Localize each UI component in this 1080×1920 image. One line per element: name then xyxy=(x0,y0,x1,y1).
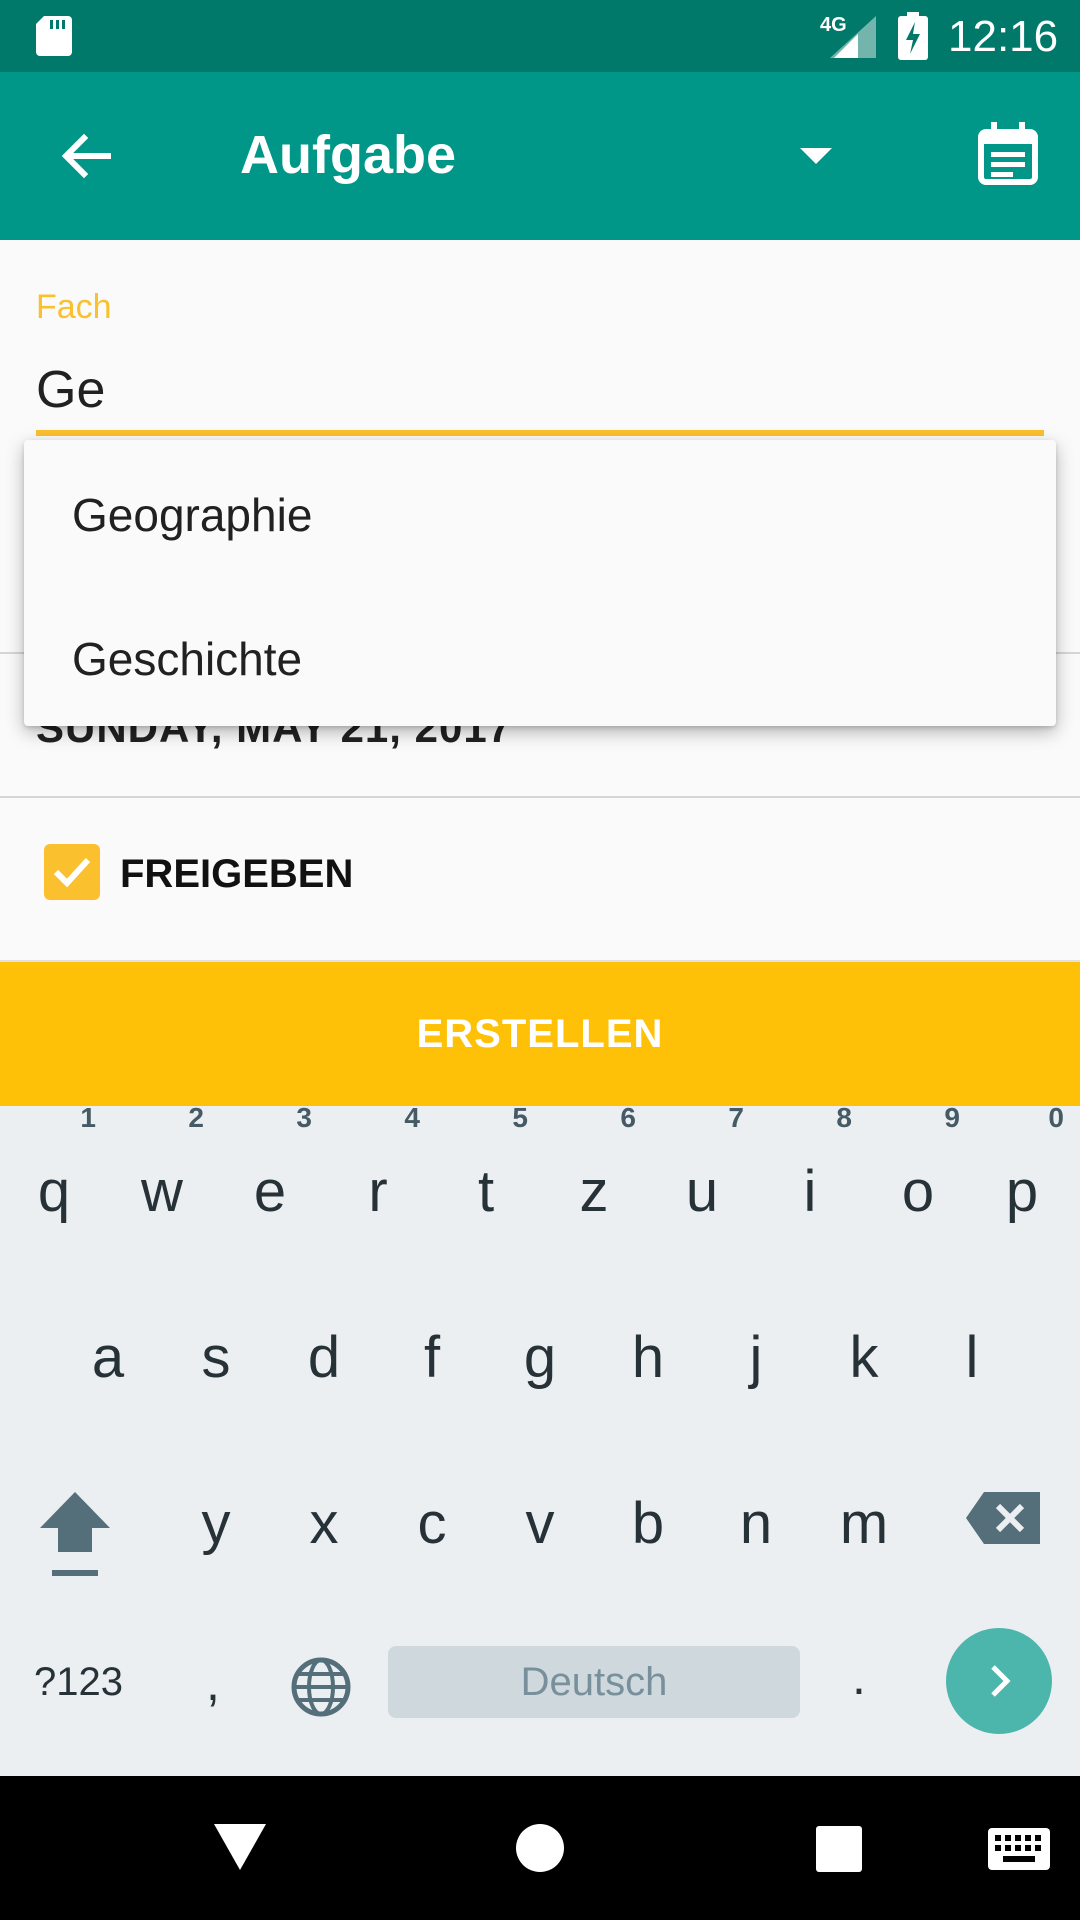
key-comma[interactable]: , xyxy=(206,1654,220,1712)
app-bar: Aufgabe xyxy=(0,72,1080,240)
key-r[interactable]: r4 xyxy=(328,1102,428,1225)
share-checkbox[interactable] xyxy=(44,844,100,900)
key-x[interactable]: x xyxy=(274,1490,374,1557)
chevron-right-icon xyxy=(991,1665,1011,1697)
key-a[interactable]: a xyxy=(58,1324,158,1391)
share-checkbox-label[interactable]: FREIGEBEN xyxy=(120,852,353,897)
divider xyxy=(0,796,1080,798)
shift-icon[interactable] xyxy=(38,1488,112,1582)
key-s[interactable]: s xyxy=(166,1324,266,1391)
key-i[interactable]: i8 xyxy=(760,1102,860,1225)
key-m[interactable]: m xyxy=(814,1490,914,1557)
key-o[interactable]: o9 xyxy=(868,1102,968,1225)
calendar-icon[interactable] xyxy=(978,122,1038,186)
key-v[interactable]: v xyxy=(490,1490,590,1557)
key-b[interactable]: b xyxy=(598,1490,698,1557)
soft-keyboard: q1 w2 e3 r4 t5 z6 u7 i8 o9 p0 a s d f g … xyxy=(0,1102,1080,1776)
key-e[interactable]: e3 xyxy=(220,1102,320,1225)
key-q[interactable]: q1 xyxy=(4,1102,104,1225)
backspace-icon[interactable] xyxy=(966,1490,1042,1546)
autocomplete-option-geschichte[interactable]: Geschichte xyxy=(72,632,302,686)
clock: 12:16 xyxy=(948,12,1059,61)
key-y[interactable]: y xyxy=(166,1490,266,1557)
dropdown-caret-icon[interactable] xyxy=(800,148,832,164)
status-bar: 4G 12:16 xyxy=(0,0,1080,72)
subject-field-label: Fach xyxy=(36,288,112,326)
checkmark-icon xyxy=(53,857,91,888)
key-p[interactable]: p0 xyxy=(972,1102,1072,1225)
nav-back-icon[interactable] xyxy=(214,1824,266,1872)
nav-recents-icon[interactable] xyxy=(816,1826,862,1872)
key-n[interactable]: n xyxy=(706,1490,806,1557)
nav-home-icon[interactable] xyxy=(516,1824,564,1872)
key-c[interactable]: c xyxy=(382,1490,482,1557)
navigation-bar xyxy=(0,1776,1080,1920)
autocomplete-dropdown: Geographie Geschichte xyxy=(24,440,1056,726)
next-key[interactable] xyxy=(946,1628,1052,1734)
key-k[interactable]: k xyxy=(814,1324,914,1391)
key-z[interactable]: z6 xyxy=(544,1102,644,1225)
key-u[interactable]: u7 xyxy=(652,1102,752,1225)
page-title: Aufgabe xyxy=(240,125,456,185)
key-w[interactable]: w2 xyxy=(112,1102,212,1225)
battery-charging-icon xyxy=(898,12,928,60)
subject-input[interactable]: Ge xyxy=(36,360,105,420)
subject-input-underline xyxy=(36,430,1044,436)
key-t[interactable]: t5 xyxy=(436,1102,536,1225)
globe-icon[interactable] xyxy=(290,1656,352,1718)
autocomplete-option-geographie[interactable]: Geographie xyxy=(72,488,312,542)
keyboard-switch-icon[interactable] xyxy=(988,1828,1050,1870)
sd-card-icon xyxy=(36,16,72,56)
key-f[interactable]: f xyxy=(382,1324,482,1391)
space-bar[interactable]: Deutsch xyxy=(388,1646,800,1718)
symbols-key[interactable]: ?123 xyxy=(34,1660,123,1705)
key-g[interactable]: g xyxy=(490,1324,590,1391)
create-button[interactable]: ERSTELLEN xyxy=(0,962,1080,1106)
key-d[interactable]: d xyxy=(274,1324,374,1391)
key-j[interactable]: j xyxy=(706,1324,806,1391)
key-h[interactable]: h xyxy=(598,1324,698,1391)
key-period[interactable]: . xyxy=(852,1648,866,1706)
signal-icon xyxy=(830,16,876,58)
key-l[interactable]: l xyxy=(922,1324,1022,1391)
back-arrow-icon[interactable] xyxy=(56,126,116,186)
